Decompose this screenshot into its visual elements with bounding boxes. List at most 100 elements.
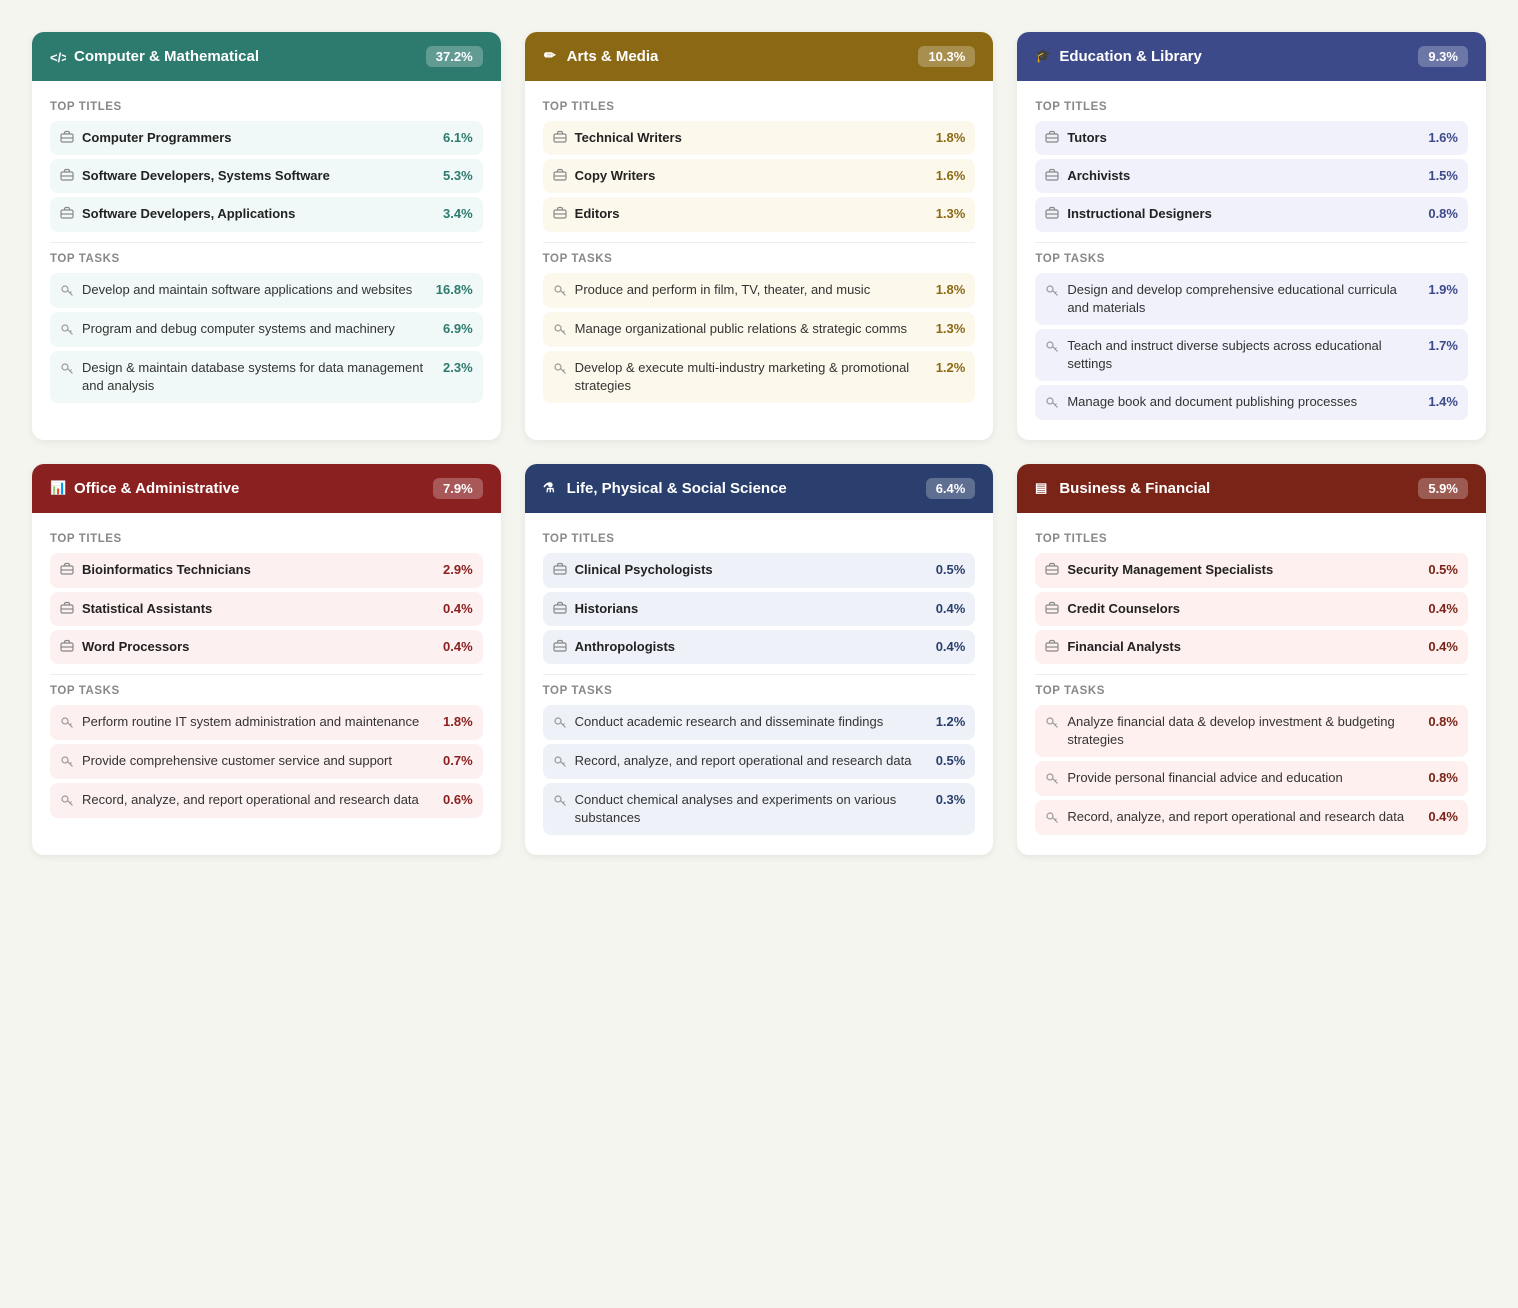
key-icon bbox=[1045, 395, 1059, 412]
item-title-text: Historians bbox=[575, 600, 639, 618]
item-left: Bioinformatics Technicians bbox=[60, 561, 435, 579]
task-pct: 16.8% bbox=[436, 282, 473, 297]
item-left: Instructional Designers bbox=[1045, 205, 1420, 223]
key-icon bbox=[60, 715, 74, 732]
titles-label-computer-mathematical: Top Titles bbox=[50, 101, 483, 113]
task-text: Program and debug computer systems and m… bbox=[82, 320, 395, 338]
briefcase-icon bbox=[553, 206, 567, 223]
card-title-business-financial: Business & Financial bbox=[1059, 480, 1210, 497]
card-header-arts-media: ✏Arts & Media10.3% bbox=[525, 32, 994, 81]
briefcase-icon bbox=[60, 601, 74, 618]
item-title-text: Financial Analysts bbox=[1067, 638, 1181, 656]
titles-label-life-physical-social: Top Titles bbox=[543, 533, 976, 545]
item-left: Financial Analysts bbox=[1045, 638, 1420, 656]
key-icon bbox=[553, 715, 567, 732]
key-icon bbox=[1045, 283, 1059, 300]
task-pct: 2.3% bbox=[443, 360, 473, 375]
task-left: Record, analyze, and report operational … bbox=[60, 791, 435, 810]
item-left: Statistical Assistants bbox=[60, 600, 435, 618]
card-title-education-library: Education & Library bbox=[1059, 48, 1202, 65]
briefcase-icon bbox=[553, 130, 567, 147]
item-title-text: Anthropologists bbox=[575, 638, 675, 656]
task-left: Design & maintain database systems for d… bbox=[60, 359, 435, 395]
card-header-left-life-physical-social: ⚗Life, Physical & Social Science bbox=[543, 479, 787, 498]
svg-text:</>: </> bbox=[50, 50, 66, 65]
key-icon bbox=[60, 322, 74, 339]
briefcase-icon bbox=[60, 639, 74, 656]
task-pct: 1.8% bbox=[443, 714, 473, 729]
item-title-text: Bioinformatics Technicians bbox=[82, 561, 251, 579]
item-left: Copy Writers bbox=[553, 167, 928, 185]
item-title-text: Editors bbox=[575, 205, 620, 223]
card-icon-computer-mathematical: </> bbox=[50, 48, 66, 65]
card-badge-business-financial: 5.9% bbox=[1418, 478, 1468, 499]
section-divider bbox=[543, 674, 976, 675]
item-left: Clinical Psychologists bbox=[553, 561, 928, 579]
key-icon bbox=[553, 283, 567, 300]
svg-text:▤: ▤ bbox=[1035, 480, 1047, 495]
task-item: Record, analyze, and report operational … bbox=[50, 783, 483, 818]
item-title-text: Computer Programmers bbox=[82, 129, 232, 147]
item-left: Software Developers, Systems Software bbox=[60, 167, 435, 185]
key-icon bbox=[553, 793, 567, 810]
task-pct: 0.5% bbox=[936, 753, 966, 768]
card-icon-business-financial: ▤ bbox=[1035, 479, 1051, 498]
briefcase-icon bbox=[60, 130, 74, 147]
key-icon bbox=[60, 754, 74, 771]
item-pct: 0.4% bbox=[443, 601, 473, 616]
list-item: Software Developers, Applications 3.4% bbox=[50, 197, 483, 231]
task-left: Provide personal financial advice and ed… bbox=[1045, 769, 1420, 788]
item-pct: 0.4% bbox=[936, 601, 966, 616]
task-pct: 0.4% bbox=[1428, 809, 1458, 824]
list-item: Copy Writers1.6% bbox=[543, 159, 976, 193]
item-pct: 1.6% bbox=[1428, 130, 1458, 145]
item-pct: 1.8% bbox=[936, 130, 966, 145]
item-left: Credit Counselors bbox=[1045, 600, 1420, 618]
card-icon-arts-media: ✏ bbox=[543, 47, 559, 66]
item-left: Software Developers, Applications bbox=[60, 205, 435, 223]
item-left: Anthropologists bbox=[553, 638, 928, 656]
briefcase-icon bbox=[60, 562, 74, 579]
cards-grid: </>Computer & Mathematical37.2%Top Title… bbox=[32, 32, 1486, 855]
task-text: Manage book and document publishing proc… bbox=[1067, 393, 1357, 411]
task-pct: 1.3% bbox=[936, 321, 966, 336]
item-title-text: Software Developers, Systems Software bbox=[82, 167, 330, 185]
task-pct: 1.7% bbox=[1428, 338, 1458, 353]
task-pct: 0.6% bbox=[443, 792, 473, 807]
briefcase-icon bbox=[1045, 206, 1059, 223]
task-pct: 1.9% bbox=[1428, 282, 1458, 297]
card-header-life-physical-social: ⚗Life, Physical & Social Science6.4% bbox=[525, 464, 994, 513]
task-left: Design and develop comprehensive educati… bbox=[1045, 281, 1420, 317]
item-pct: 1.5% bbox=[1428, 168, 1458, 183]
card-body-computer-mathematical: Top TitlesComputer Programmers6.1%Softwa… bbox=[32, 81, 501, 423]
list-item: Financial Analysts0.4% bbox=[1035, 630, 1468, 664]
task-left: Conduct academic research and disseminat… bbox=[553, 713, 928, 732]
card-header-left-arts-media: ✏Arts & Media bbox=[543, 47, 659, 66]
card-body-arts-media: Top TitlesTechnical Writers1.8%Copy Writ… bbox=[525, 81, 994, 423]
key-icon bbox=[60, 361, 74, 378]
task-left: Teach and instruct diverse subjects acro… bbox=[1045, 337, 1420, 373]
item-left: Archivists bbox=[1045, 167, 1420, 185]
task-text: Develop & execute multi-industry marketi… bbox=[575, 359, 928, 395]
item-pct: 0.5% bbox=[1428, 562, 1458, 577]
task-left: Develop and maintain software applicatio… bbox=[60, 281, 428, 300]
card-body-business-financial: Top TitlesSecurity Management Specialist… bbox=[1017, 513, 1486, 855]
item-pct: 5.3% bbox=[443, 168, 473, 183]
task-item: Design and develop comprehensive educati… bbox=[1035, 273, 1468, 325]
task-pct: 0.8% bbox=[1428, 770, 1458, 785]
item-pct: 3.4% bbox=[443, 206, 473, 221]
svg-text:⚗: ⚗ bbox=[543, 480, 555, 495]
task-item: Provide personal financial advice and ed… bbox=[1035, 761, 1468, 796]
task-text: Provide personal financial advice and ed… bbox=[1067, 769, 1342, 787]
list-item: Credit Counselors0.4% bbox=[1035, 592, 1468, 626]
titles-label-arts-media: Top Titles bbox=[543, 101, 976, 113]
task-pct: 1.4% bbox=[1428, 394, 1458, 409]
task-item: Analyze financial data & develop investm… bbox=[1035, 705, 1468, 757]
section-divider bbox=[50, 674, 483, 675]
task-item: Produce and perform in film, TV, theater… bbox=[543, 273, 976, 308]
tasks-label-arts-media: Top Tasks bbox=[543, 253, 976, 265]
list-item: Anthropologists0.4% bbox=[543, 630, 976, 664]
task-text: Design and develop comprehensive educati… bbox=[1067, 281, 1420, 317]
card-badge-office-administrative: 7.9% bbox=[433, 478, 483, 499]
svg-text:📊: 📊 bbox=[50, 480, 66, 495]
